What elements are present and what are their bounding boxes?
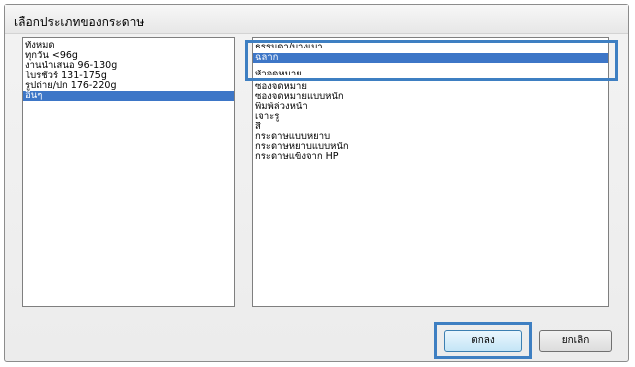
cancel-button[interactable]: ยกเลิก (539, 330, 612, 352)
list-item-category[interactable]: งานนำเสนอ 96-130g (23, 61, 234, 71)
paper-category-listbox[interactable]: ทั้งหมด ทุกวัน <96g งานนำเสนอ 96-130g โบ… (22, 37, 235, 307)
list-item-category[interactable]: รูปถ่าย/ปก 176-220g (23, 81, 234, 91)
list-item-type[interactable]: ซองจดหมายแบบหนัก (253, 92, 608, 102)
list-item-type[interactable]: กระดาษหยาบแบบหนัก (253, 142, 608, 152)
list-item-category[interactable]: โบรชัวร์ 131-175g (23, 71, 234, 81)
list-item-type[interactable]: พิมพ์ล่วงหน้า (253, 102, 608, 112)
ok-button-callout-highlight (434, 322, 532, 359)
list-item-category[interactable]: ทุกวัน <96g (23, 51, 234, 61)
list-item-type[interactable]: กระดาษแข็งจาก HP (253, 152, 608, 162)
list-item-type[interactable]: ซองจดหมาย (253, 82, 608, 92)
list-item-type[interactable]: เจาะรู (253, 112, 608, 122)
list-item-category-selected[interactable]: อื่นๆ (23, 91, 234, 101)
list-item-type[interactable]: กระดาษแบบหยาบ (253, 132, 608, 142)
dialog-title: เลือกประเภทของกระดาษ (14, 15, 145, 29)
list-item-category[interactable]: ทั้งหมด (23, 41, 234, 51)
list-item-type[interactable]: สี (253, 122, 608, 132)
selection-callout-highlight (245, 40, 618, 81)
title-bar: เลือกประเภทของกระดาษ (5, 5, 628, 34)
